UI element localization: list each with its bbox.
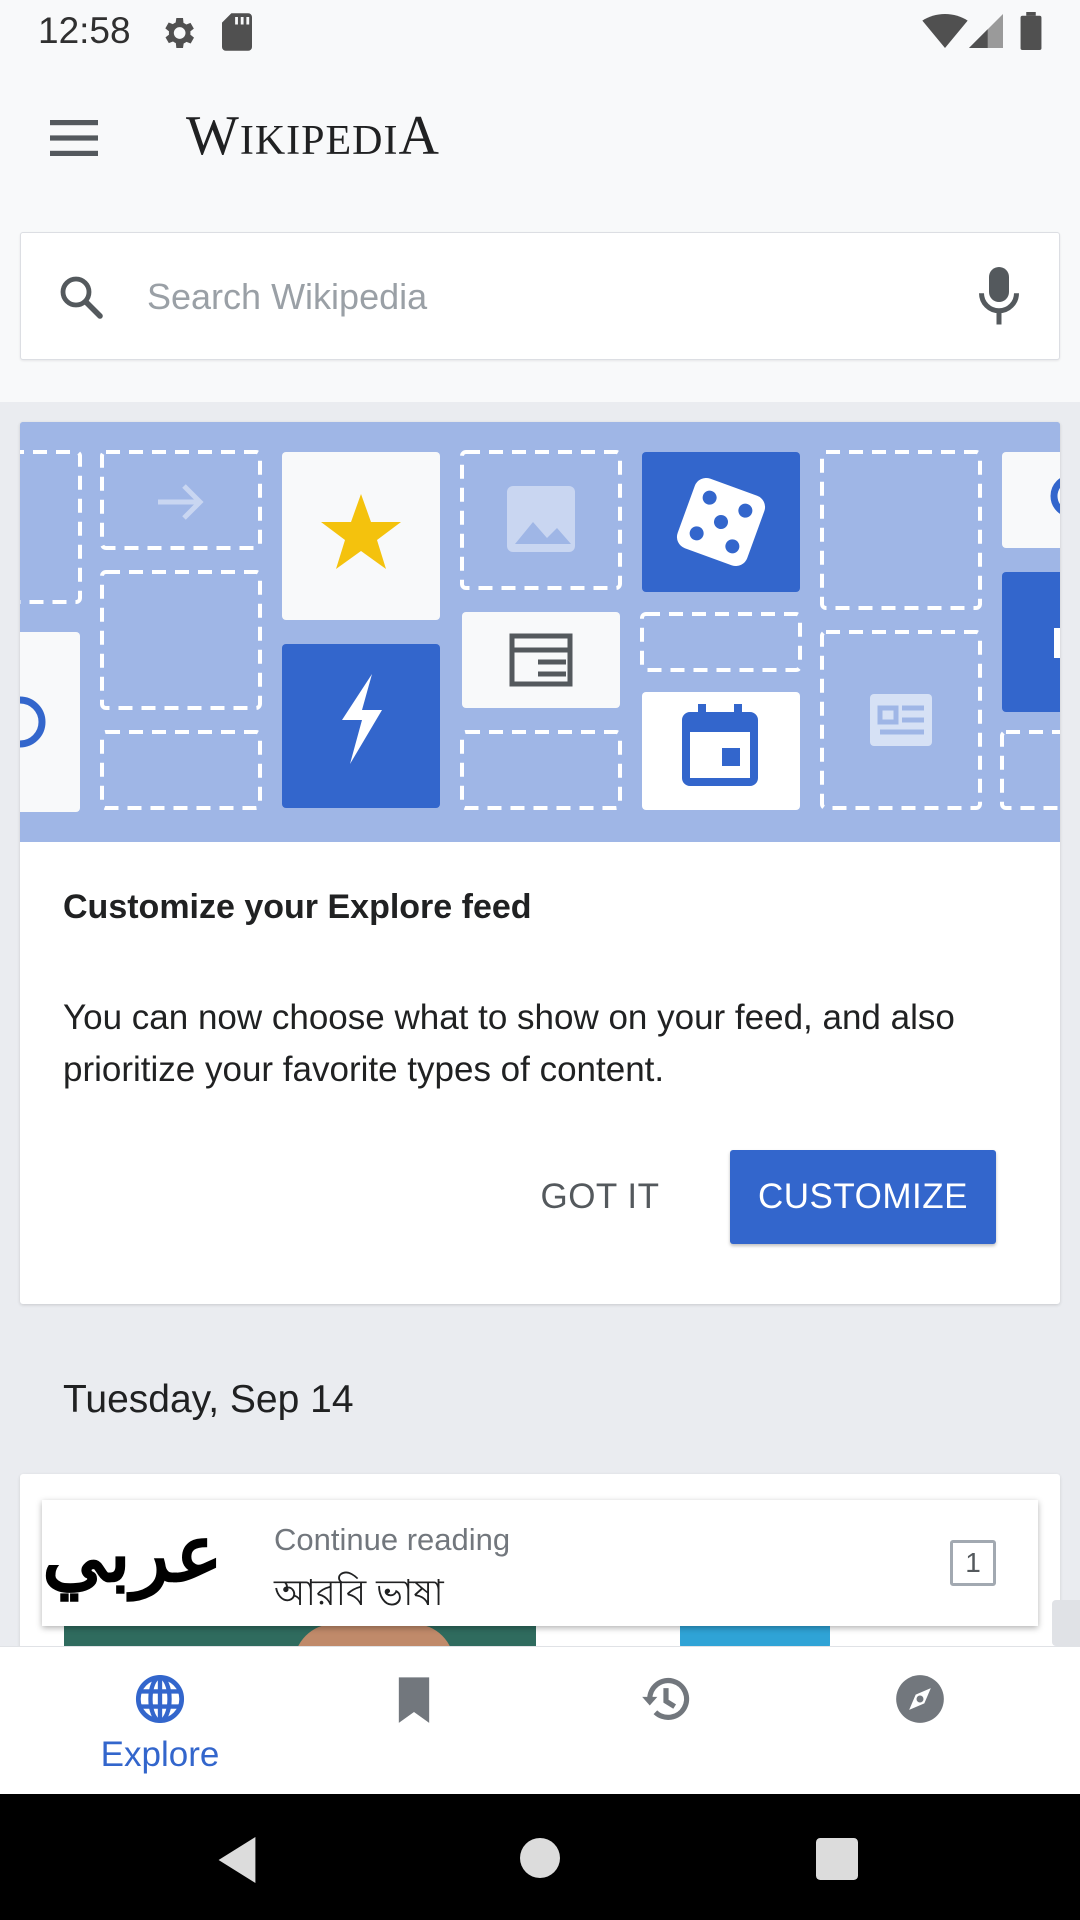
tab-count-button[interactable]: 1 <box>950 1540 996 1586</box>
bookmark-icon <box>398 1677 430 1723</box>
nav-saved[interactable] <box>314 1647 514 1795</box>
compass-icon <box>896 1675 944 1723</box>
system-navigation-bar <box>0 1794 1080 1920</box>
scroll-indicator <box>1052 1600 1080 1646</box>
continue-reading-bar[interactable]: عربي Continue reading আরবি ভাষা 1 <box>42 1500 1038 1626</box>
search-input[interactable] <box>147 261 927 333</box>
nav-history[interactable] <box>566 1647 766 1795</box>
history-icon <box>642 1677 690 1720</box>
continue-reading-label: Continue reading <box>274 1522 511 1557</box>
recent-apps-icon[interactable] <box>816 1838 858 1880</box>
status-bar: 12:58 <box>0 0 1080 64</box>
settings-gear-icon <box>165 18 194 48</box>
feed-customize-illustration <box>20 422 1060 842</box>
nav-nearby[interactable] <box>820 1647 1020 1795</box>
continue-reading-title: আরবি ভাষা <box>274 1572 444 1613</box>
signal-icon <box>969 14 1003 48</box>
battery-icon <box>1020 12 1042 50</box>
home-icon[interactable] <box>520 1838 560 1878</box>
sd-card-icon <box>222 13 252 51</box>
bottom-navigation: Explore <box>0 1646 1080 1794</box>
card-description: You can now choose what to show on your … <box>63 998 955 1089</box>
search-bar[interactable] <box>20 232 1060 360</box>
menu-icon[interactable] <box>44 114 104 162</box>
wikipedia-logo: WIKIPEDIA <box>186 105 440 167</box>
customize-button[interactable]: CUSTOMIZE <box>730 1150 996 1244</box>
nav-explore[interactable]: Explore <box>60 1647 260 1795</box>
wifi-icon <box>922 14 968 48</box>
globe-icon <box>135 1674 185 1724</box>
got-it-button[interactable]: GOT IT <box>500 1150 700 1244</box>
feed-date-header: Tuesday, Sep 14 <box>63 1378 354 1421</box>
status-time: 12:58 <box>38 10 131 51</box>
back-icon[interactable] <box>214 1834 260 1886</box>
microphone-icon[interactable] <box>977 267 1021 327</box>
nav-explore-label: Explore <box>100 1735 220 1774</box>
card-title: Customize your Explore feed <box>63 888 532 926</box>
article-thumbnail: عربي <box>42 1506 223 1600</box>
search-icon <box>60 276 103 319</box>
app-bar: WIKIPEDIA <box>0 64 1080 402</box>
customize-feed-card: Customize your Explore feed You can now … <box>20 422 1060 1304</box>
